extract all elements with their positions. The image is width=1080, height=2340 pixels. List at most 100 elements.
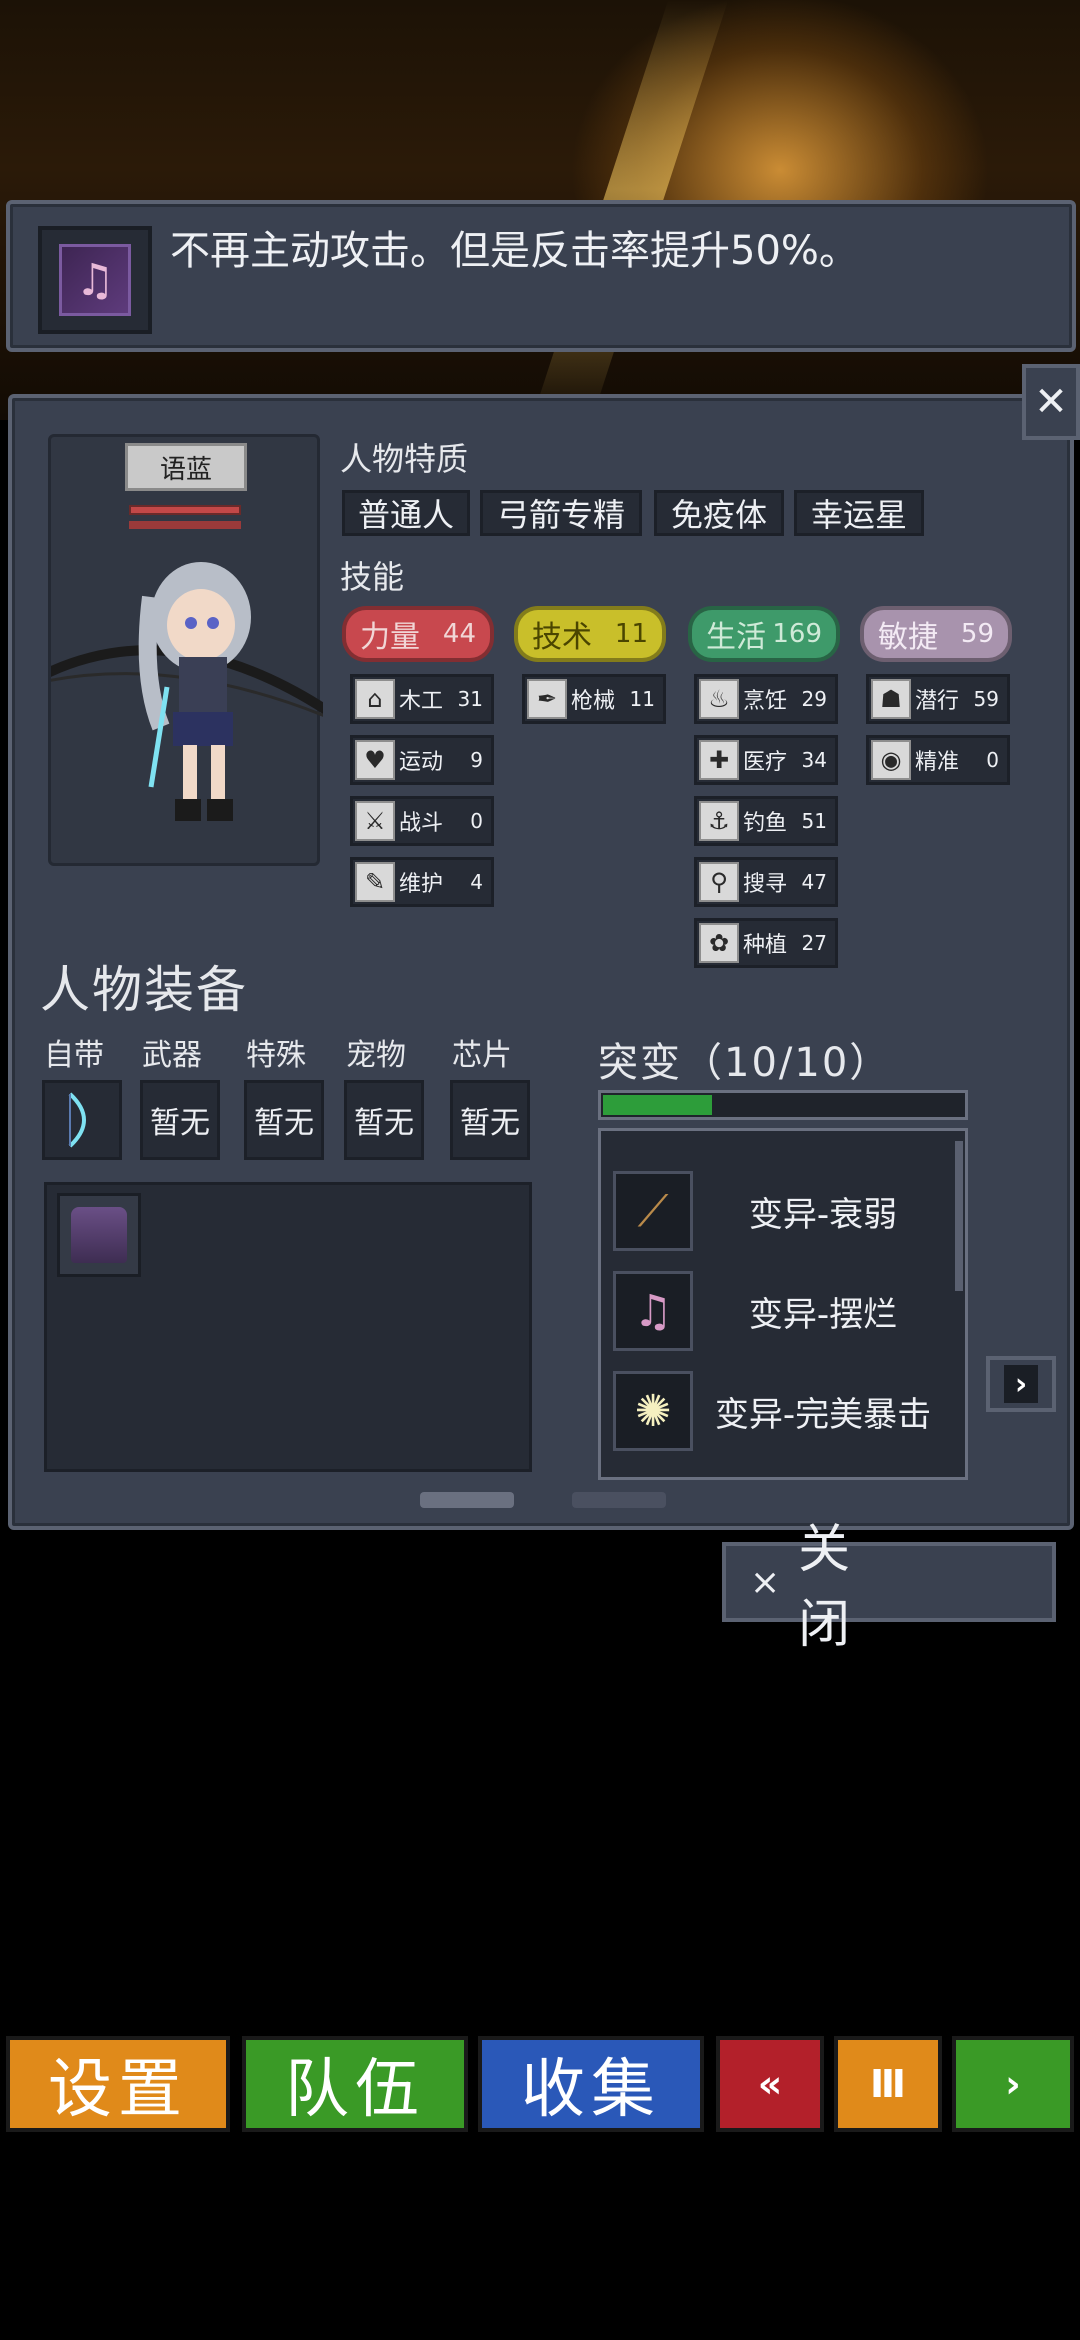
settings-button[interactable]: 设置 <box>6 2036 230 2132</box>
slot-label: 自带 <box>44 1038 104 1073</box>
skill-name: 运动 <box>399 750 444 775</box>
slot-label: 芯片 <box>452 1038 512 1073</box>
skill-level: 29 <box>801 687 827 711</box>
next-page-button[interactable]: › <box>986 1356 1056 1412</box>
health-bar <box>129 505 241 515</box>
stat-1[interactable]: 技术 11 <box>514 606 666 662</box>
stat-value: 11 <box>614 619 648 649</box>
skill-magnifier[interactable]: ⚲ 搜寻 47 <box>694 857 838 907</box>
close-button[interactable]: × 关闭 <box>722 1520 1056 1655</box>
slot-label: 宠物 <box>346 1038 406 1073</box>
skill-name: 烹饪 <box>743 689 788 714</box>
skill-level: 34 <box>801 748 827 772</box>
tooltip-icon-frame: ♫ <box>38 226 152 334</box>
speed-button[interactable]: Ⅲ <box>834 2036 942 2132</box>
skill-level: 31 <box>457 687 483 711</box>
armor-icon <box>71 1207 127 1263</box>
skill-level: 0 <box>986 748 999 772</box>
wrench-icon: ⚔ <box>355 801 395 841</box>
skill-plant[interactable]: ✿ 种植 27 <box>694 918 838 968</box>
skill-heart[interactable]: ♥ 运动 9 <box>350 735 494 785</box>
slot-label: 武器 <box>142 1038 202 1073</box>
mutation-progress-fill <box>603 1095 712 1115</box>
music-note-icon: ♫ <box>59 244 131 316</box>
team-button[interactable]: 队伍 <box>242 2036 468 2132</box>
character-sprite <box>51 562 323 821</box>
slash-icon: ⟋ <box>613 1171 693 1251</box>
tooltip-text: 不再主动攻击。但是反击率提升50%。 <box>170 228 859 274</box>
mutation-progress-bar <box>598 1090 968 1120</box>
mutation-item[interactable]: ♫ 变异-摆烂 <box>613 1269 953 1353</box>
mutation-title: 突变（10/10） <box>598 1040 892 1086</box>
skill-eye[interactable]: ◉ 精准 0 <box>866 735 1010 785</box>
stealth-icon: ☗ <box>871 679 911 719</box>
stat-name: 生活 <box>706 620 766 655</box>
rewind-button[interactable]: « <box>716 2036 824 2132</box>
traits-title: 人物特质 <box>340 440 469 478</box>
stat-name: 力量 <box>360 620 420 655</box>
mutation-name: 变异-衰弱 <box>748 1194 898 1235</box>
inventory-box <box>44 1182 532 1472</box>
skill-fish[interactable]: ⚓ 钓鱼 51 <box>694 796 838 846</box>
close-icon[interactable]: ✕ <box>1022 364 1080 440</box>
skill-name: 枪械 <box>571 689 616 714</box>
mutation-item[interactable]: ⟋ 变异-衰弱 <box>613 1169 953 1253</box>
armor-item[interactable] <box>57 1193 141 1277</box>
feather-icon: ✒ <box>527 679 567 719</box>
music-note-icon: ♫ <box>613 1271 693 1351</box>
skill-level: 4 <box>470 870 483 894</box>
skill-level: 27 <box>801 931 827 955</box>
equipment-slot-0[interactable] <box>42 1080 122 1160</box>
skill-name: 搜寻 <box>743 872 788 897</box>
skill-level: 11 <box>629 687 655 711</box>
magnifier-icon: ⚲ <box>699 862 739 902</box>
skill-house[interactable]: ⌂ 木工 31 <box>350 674 494 724</box>
eye-icon: ◉ <box>871 740 911 780</box>
stat-2[interactable]: 生活 169 <box>688 606 840 662</box>
character-portrait[interactable]: 语蓝 <box>48 434 323 866</box>
mutation-item[interactable]: ✺ 变异-完美暴击 <box>613 1369 953 1453</box>
trait-lucky[interactable]: 幸运星 <box>794 490 924 536</box>
trait-immune[interactable]: 免疫体 <box>654 490 784 536</box>
close-icon: × <box>750 1561 781 1603</box>
skill-level: 59 <box>973 687 999 711</box>
slot-label: 特殊 <box>246 1038 306 1073</box>
trait-archery[interactable]: 弓箭专精 <box>480 490 642 536</box>
stat-name: 技术 <box>532 620 592 655</box>
skill-pot[interactable]: ♨ 烹饪 29 <box>694 674 838 724</box>
skill-level: 0 <box>470 809 483 833</box>
house-icon: ⌂ <box>355 679 395 719</box>
stat-value: 44 <box>442 619 476 649</box>
skill-feather[interactable]: ✒ 枪械 11 <box>522 674 666 724</box>
skill-name: 种植 <box>743 933 788 958</box>
mutation-scrollbar[interactable] <box>955 1141 963 1291</box>
skill-name: 维护 <box>399 872 444 897</box>
skill-medkit[interactable]: ✚ 医疗 34 <box>694 735 838 785</box>
skill-stealth[interactable]: ☗ 潜行 59 <box>866 674 1010 724</box>
page-indicator-active <box>420 1492 514 1508</box>
heart-icon: ♥ <box>355 740 395 780</box>
stat-3[interactable]: 敏捷 59 <box>860 606 1012 662</box>
fish-icon: ⚓ <box>699 801 739 841</box>
skill-name: 精准 <box>915 750 960 775</box>
collection-button[interactable]: 收集 <box>478 2036 704 2132</box>
equipment-slot-3[interactable]: 暂无 <box>344 1080 424 1160</box>
stat-0[interactable]: 力量 44 <box>342 606 494 662</box>
page-indicator <box>572 1492 666 1508</box>
skill-level: 51 <box>801 809 827 833</box>
stat-name: 敏捷 <box>878 620 938 655</box>
mutation-list[interactable]: ⟋ 变异-衰弱 ♫ 变异-摆烂 ✺ 变异-完美暴击 <box>598 1128 968 1480</box>
plant-icon: ✿ <box>699 923 739 963</box>
trait-ordinary[interactable]: 普通人 <box>342 490 470 536</box>
starburst-icon: ✺ <box>613 1371 693 1451</box>
medkit-icon: ✚ <box>699 740 739 780</box>
skill-wrench[interactable]: ⚔ 战斗 0 <box>350 796 494 846</box>
health-bar-secondary <box>129 521 241 529</box>
forward-button[interactable]: › <box>952 2036 1074 2132</box>
equipment-slot-4[interactable]: 暂无 <box>450 1080 530 1160</box>
skill-level: 47 <box>801 870 827 894</box>
mutation-name: 变异-完美暴击 <box>714 1394 932 1435</box>
equipment-slot-2[interactable]: 暂无 <box>244 1080 324 1160</box>
skill-spanner[interactable]: ✎ 维护 4 <box>350 857 494 907</box>
equipment-slot-1[interactable]: 暂无 <box>140 1080 220 1160</box>
